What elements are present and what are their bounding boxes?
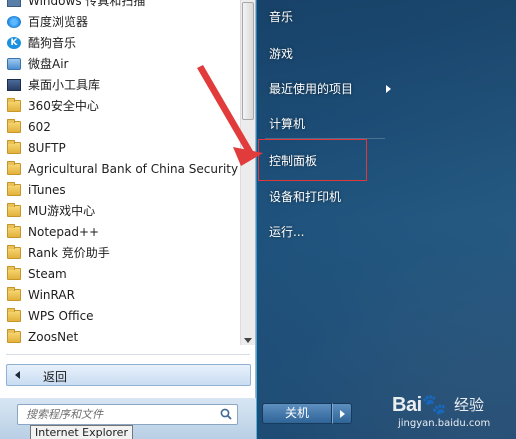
- kugou-music-icon: K: [7, 37, 21, 49]
- program-label: 酷狗音乐: [28, 36, 77, 50]
- folder-icon: [7, 224, 21, 238]
- folder-icon: [7, 119, 21, 133]
- folder-icon: [7, 308, 21, 322]
- program-folder-winrar[interactable]: WinRAR: [0, 285, 240, 306]
- program-folder-8uftp[interactable]: 8UFTP: [0, 138, 240, 159]
- right-item-games[interactable]: 游戏: [269, 45, 293, 63]
- folder-icon: [7, 266, 21, 280]
- folder-icon: [7, 245, 21, 259]
- scroll-down-arrow-icon[interactable]: [244, 338, 252, 343]
- baidu-browser-icon: [7, 16, 21, 28]
- program-label: Steam: [28, 267, 67, 281]
- folder-icon: [7, 287, 21, 301]
- folder-icon: [7, 140, 21, 154]
- back-label: 返回: [43, 370, 68, 384]
- programs-panel: Windows 传真和扫描 百度浏览器 K 酷狗音乐 微盘Air 桌面小工具库 …: [0, 0, 256, 398]
- submenu-arrow-icon: [386, 85, 391, 93]
- watermark-logo: Bai🐾: [392, 394, 447, 416]
- program-label: 百度浏览器: [28, 15, 89, 29]
- program-item-gadgets[interactable]: 桌面小工具库: [0, 75, 240, 96]
- program-item-baidu-browser[interactable]: 百度浏览器: [0, 12, 240, 33]
- program-label: Windows 传真和扫描: [28, 0, 146, 8]
- program-label: 微盘Air: [28, 57, 69, 71]
- program-folder-360[interactable]: 360安全中心: [0, 96, 240, 117]
- program-folder-abc-security[interactable]: Agricultural Bank of China Security S: [0, 159, 240, 180]
- baidu-jingyan-watermark: Bai🐾 经验 jingyan.baidu.com: [392, 392, 512, 436]
- program-label: 桌面小工具库: [28, 78, 101, 92]
- right-panel: [257, 0, 516, 439]
- folder-icon: [7, 203, 21, 217]
- program-folder-rank[interactable]: Rank 竞价助手: [0, 243, 240, 264]
- shutdown-button[interactable]: 关机: [262, 403, 332, 424]
- gadgets-icon: [7, 79, 21, 91]
- program-folder-wps[interactable]: WPS Office: [0, 306, 240, 327]
- program-item-kugou[interactable]: K 酷狗音乐: [0, 33, 240, 54]
- start-menu: Windows 传真和扫描 百度浏览器 K 酷狗音乐 微盘Air 桌面小工具库 …: [0, 0, 516, 439]
- folder-icon: [7, 161, 21, 175]
- program-folder-notepadpp[interactable]: Notepad++: [0, 222, 240, 243]
- search-icon[interactable]: [220, 408, 232, 420]
- right-item-recent[interactable]: 最近使用的项目: [269, 80, 353, 98]
- program-folder-602[interactable]: 602: [0, 117, 240, 138]
- folder-icon: [7, 329, 21, 343]
- program-label: MU游戏中心: [28, 204, 96, 218]
- folder-icon: [7, 182, 21, 196]
- program-folder-mu-game[interactable]: MU游戏中心: [0, 201, 240, 222]
- program-label: ZoosNet: [28, 330, 79, 344]
- program-folder-zoosnet[interactable]: ZoosNet: [0, 327, 240, 345]
- program-folder-steam[interactable]: Steam: [0, 264, 240, 285]
- program-label: Agricultural Bank of China Security S: [28, 162, 240, 176]
- shutdown-options-button[interactable]: [332, 403, 352, 424]
- tooltip: Internet Explorer: [30, 425, 133, 439]
- program-label: Rank 竞价助手: [28, 246, 110, 260]
- watermark-url: jingyan.baidu.com: [398, 418, 491, 429]
- fax-scan-icon: [7, 0, 21, 7]
- watermark-text: 经验: [454, 396, 485, 414]
- divider: [6, 354, 250, 355]
- program-folder-itunes[interactable]: iTunes: [0, 180, 240, 201]
- program-label: WPS Office: [28, 309, 94, 323]
- program-label: 360安全中心: [28, 99, 99, 113]
- right-item-computer[interactable]: 计算机: [269, 115, 305, 133]
- back-button[interactable]: 返回: [6, 364, 251, 386]
- control-panel-highlight: [258, 139, 367, 181]
- program-item-fax-scan[interactable]: Windows 传真和扫描: [0, 0, 240, 12]
- programs-list: Windows 传真和扫描 百度浏览器 K 酷狗音乐 微盘Air 桌面小工具库 …: [0, 0, 240, 345]
- right-item-devices-printers[interactable]: 设备和打印机: [269, 188, 341, 206]
- program-label: 602: [28, 120, 51, 134]
- back-arrow-icon: [15, 371, 20, 379]
- right-item-run[interactable]: 运行...: [269, 223, 304, 241]
- program-label: iTunes: [28, 183, 66, 197]
- folder-icon: [7, 98, 21, 112]
- scrollbar-thumb[interactable]: [242, 2, 254, 120]
- program-item-weipan[interactable]: 微盘Air: [0, 54, 240, 75]
- search-input[interactable]: [26, 407, 216, 422]
- search-box[interactable]: [17, 404, 238, 425]
- right-item-music[interactable]: 音乐: [269, 8, 293, 26]
- program-label: Notepad++: [28, 225, 100, 239]
- program-label: WinRAR: [28, 288, 75, 302]
- weipan-icon: [7, 58, 21, 70]
- programs-scrollbar[interactable]: [240, 0, 255, 345]
- program-label: 8UFTP: [28, 141, 66, 155]
